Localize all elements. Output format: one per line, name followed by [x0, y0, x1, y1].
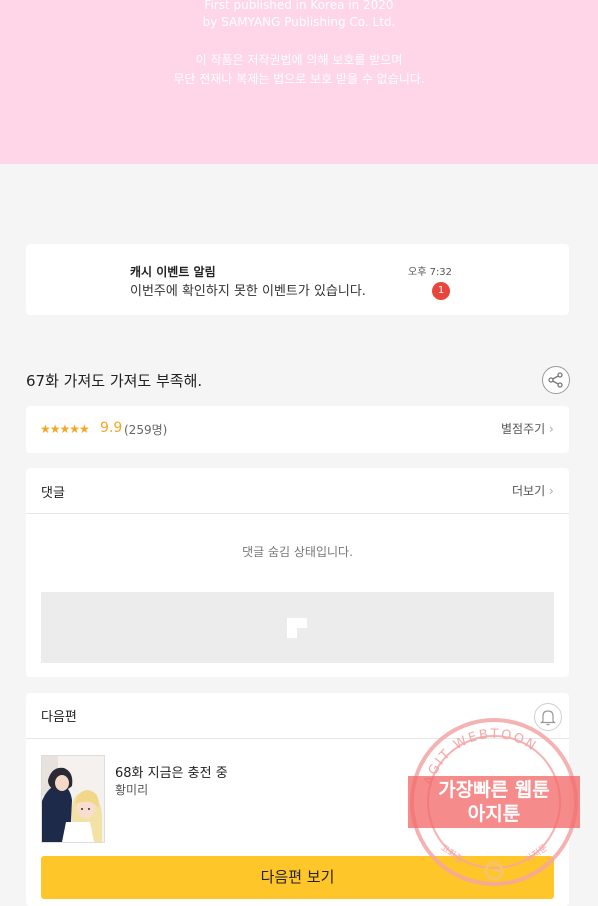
copyright-line-1: 이 작품은 저작권법에 의해 보호를 받으며 [195, 53, 403, 67]
rating-stars: ★★★★★ [40, 422, 90, 436]
chevron-right-icon: › [548, 484, 554, 498]
comic-thumbnail-image [42, 756, 104, 842]
notification-body: 이번주에 확인하지 못한 이벤트가 있습니다. [130, 284, 366, 299]
rate-button-label: 별점주기 [501, 422, 546, 436]
episode-title: 67화 가져도 가져도 부족해. [26, 372, 203, 390]
watermark-line-2: 아지툰 [468, 803, 520, 825]
watermark-line-1: 가장빠른 웹툰 [438, 779, 550, 801]
ad-placeholder-icon [287, 618, 307, 638]
watermark-sub-left: 고화질 [438, 842, 465, 866]
watermark-sub-right: 아지툰 [523, 842, 550, 865]
notification-title: 캐시 이벤트 알림 [130, 265, 216, 279]
divider [26, 513, 569, 514]
next-episode-title[interactable]: 68화 지금은 충전 중 [115, 762, 228, 781]
comments-header: 댓글 [41, 486, 65, 501]
g-logo-icon [484, 861, 504, 881]
next-episode-header: 다음편 [41, 710, 77, 725]
rating-score: 9.9 [100, 420, 123, 436]
comments-more-button[interactable]: 더보기 › [512, 482, 554, 499]
watermark-stamp: AGIT WEBTOON 가장빠른 웹툰 아지툰 고화질 아지툰 [408, 718, 580, 886]
notification-time: 오후 7:32 [408, 267, 453, 278]
rating-count: (259명) [124, 423, 168, 437]
chevron-right-icon: › [549, 422, 554, 436]
next-episode-author: 황미리 [115, 783, 149, 797]
copyright-line-2: 무단 전재나 복제는 법으로 보호 받을 수 없습니다. [173, 72, 425, 86]
publication-line-2: by SAMYANG Publishing Co. Ltd. [202, 15, 396, 29]
comments-more-label: 더보기 [512, 484, 546, 498]
rate-button[interactable]: 별점주기 › [501, 420, 554, 437]
share-icon [548, 372, 563, 388]
notification-badge: 1 [432, 282, 450, 300]
comments-hidden-message: 댓글 숨김 상태입니다. [242, 545, 353, 559]
share-button[interactable] [542, 366, 570, 394]
publication-line-1: First published in Korea in 2020 [204, 0, 394, 12]
next-episode-thumbnail[interactable] [41, 755, 105, 843]
